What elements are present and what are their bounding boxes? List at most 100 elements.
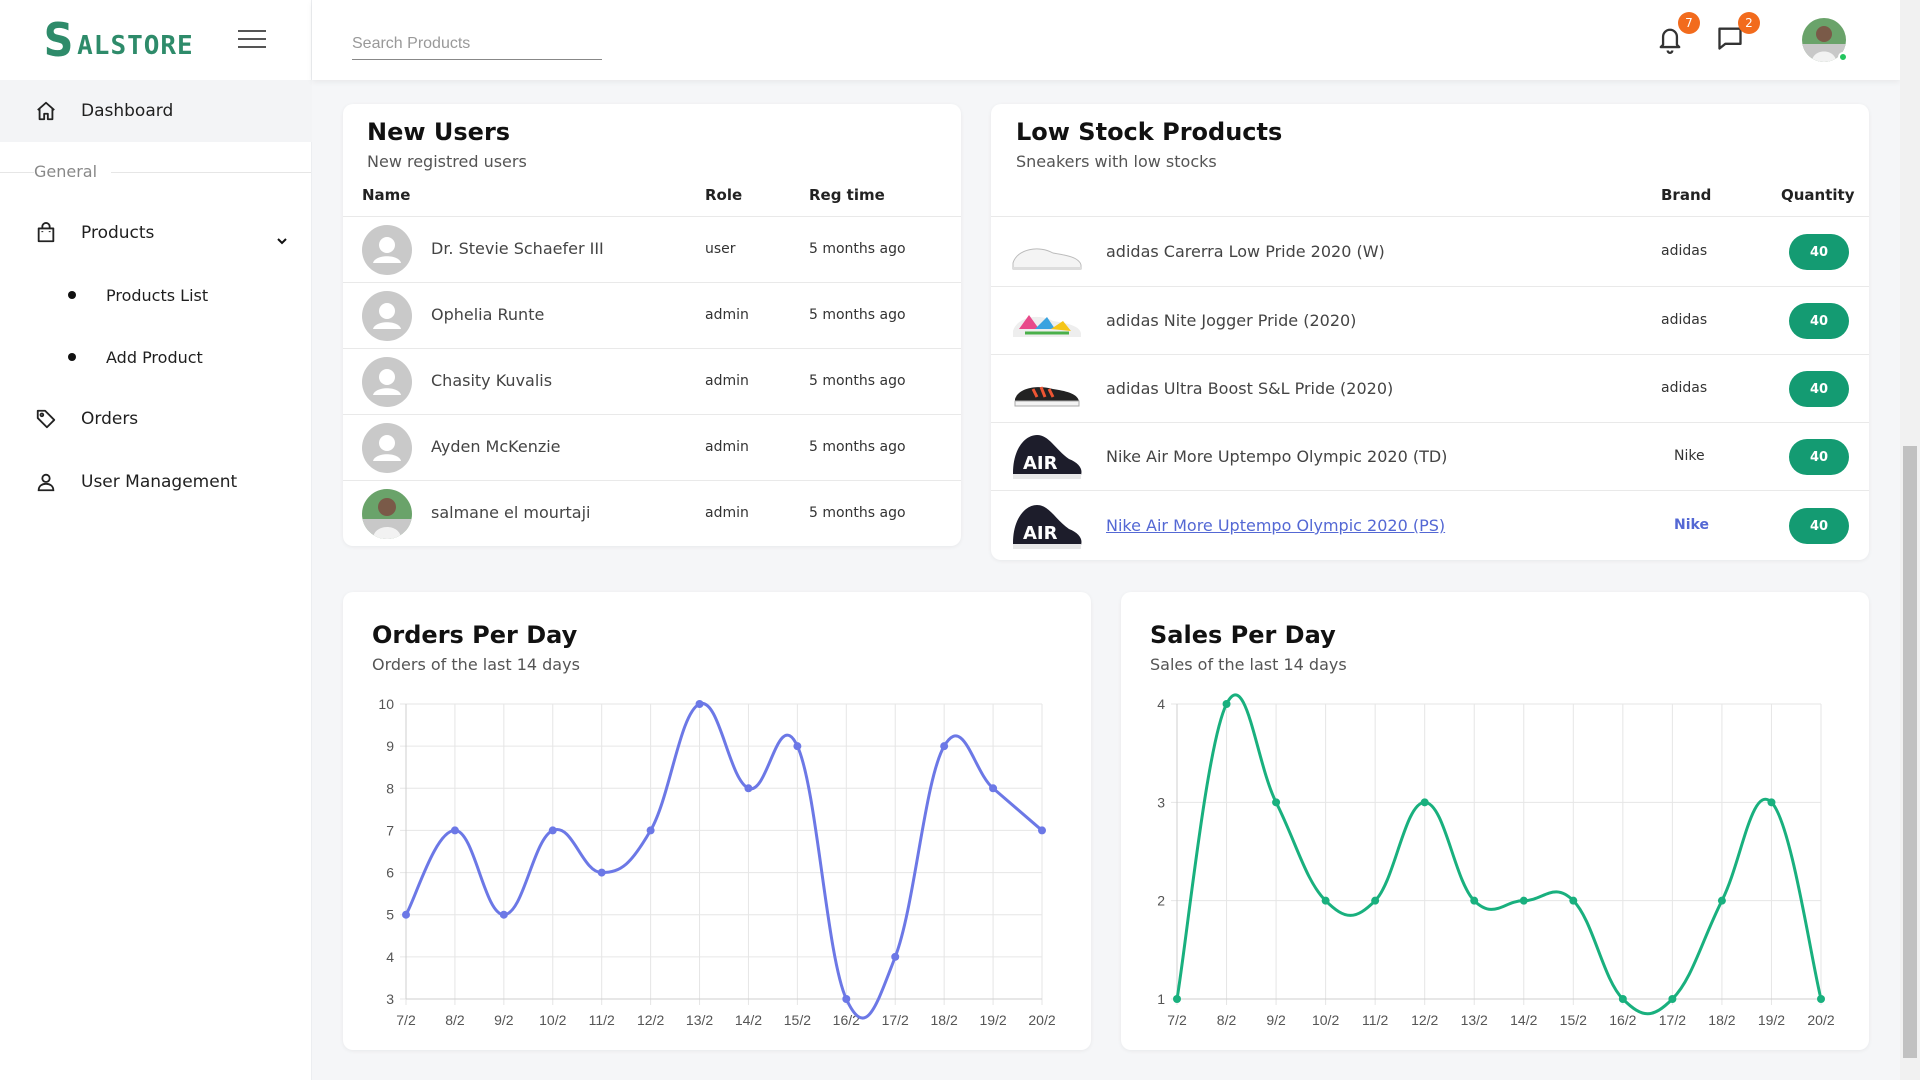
y-tick-label: 10 <box>378 696 394 712</box>
product-image <box>1009 231 1085 275</box>
sidebar-subitem-products-list[interactable]: Products List <box>0 270 312 320</box>
tag-icon <box>34 407 58 431</box>
table-row[interactable]: Dr. Stevie Schaefer III user 5 months ag… <box>343 216 961 282</box>
table-row[interactable]: Ayden McKenzie admin 5 months ago <box>343 414 961 480</box>
quantity-badge: 40 <box>1789 234 1849 270</box>
scrollbar-thumb[interactable] <box>1903 446 1917 1058</box>
data-point <box>1420 798 1429 807</box>
table-row[interactable]: AIR Nike Air More Uptempo Olympic 2020 (… <box>991 422 1869 490</box>
sidebar-item-user-management[interactable]: User Management <box>0 451 312 513</box>
data-point <box>1272 798 1281 807</box>
orders-chart-card: Orders Per Day Orders of the last 14 day… <box>343 592 1091 1050</box>
x-tick-label: 19/2 <box>979 1012 1006 1028</box>
messages-button[interactable]: 2 <box>1716 12 1760 56</box>
table-row[interactable]: Ophelia Runte admin 5 months ago <box>343 282 961 348</box>
home-icon <box>34 99 58 123</box>
product-image: AIR <box>1009 429 1085 483</box>
user-reg-time: 5 months ago <box>809 373 906 389</box>
quantity-badge: 40 <box>1789 303 1849 339</box>
data-point <box>989 784 998 793</box>
data-point <box>1371 896 1380 905</box>
x-tick-label: 14/2 <box>1510 1012 1537 1028</box>
series-line <box>404 702 1043 1020</box>
data-point <box>646 826 655 835</box>
x-tick-label: 11/2 <box>589 1012 615 1028</box>
user-reg-time: 5 months ago <box>809 307 906 323</box>
user-reg-time: 5 months ago <box>809 505 906 521</box>
bullet-icon <box>68 353 76 361</box>
avatar-placeholder-icon <box>362 357 412 407</box>
y-tick-label: 4 <box>1157 696 1165 712</box>
search-input[interactable] <box>352 28 602 60</box>
column-header-reg-time: Reg time <box>809 186 885 204</box>
data-point <box>1817 995 1825 1003</box>
product-name-link[interactable]: Nike Air More Uptempo Olympic 2020 (PS) <box>1106 516 1445 535</box>
sidebar-item-dashboard[interactable]: Dashboard <box>0 80 312 142</box>
sidebar-item-label: Products <box>81 223 155 243</box>
sidebar-item-label: User Management <box>81 472 238 492</box>
data-point <box>1321 896 1330 905</box>
card-subtitle: New registred users <box>367 152 527 171</box>
logo-initial: S <box>43 13 74 67</box>
sidebar-subitem-label: Add Product <box>106 347 203 367</box>
x-tick-label: 19/2 <box>1758 1012 1785 1028</box>
x-tick-label: 16/2 <box>1609 1012 1636 1028</box>
new-users-card: New Users New registred users Name Role … <box>343 104 961 546</box>
notifications-badge: 7 <box>1678 12 1700 34</box>
product-name: adidas Nite Jogger Pride (2020) <box>1106 311 1357 330</box>
product-name: adidas Carerra Low Pride 2020 (W) <box>1106 242 1385 261</box>
chat-icon <box>1716 27 1744 56</box>
chevron-down-icon[interactable] <box>276 230 288 250</box>
sidebar-item-label: Dashboard <box>81 101 174 121</box>
table-row[interactable]: adidas Ultra Boost S&L Pride (2020) adid… <box>991 354 1869 422</box>
user-reg-time: 5 months ago <box>809 241 906 257</box>
bullet-icon <box>68 291 76 299</box>
quantity-badge: 40 <box>1789 371 1849 407</box>
column-header-quantity: Quantity <box>1781 186 1855 204</box>
data-point <box>1717 896 1726 905</box>
sidebar-item-products[interactable]: Products <box>0 202 312 264</box>
x-tick-label: 11/2 <box>1362 1012 1388 1028</box>
sales-line-chart: 1 2 3 4 7/2 8/2 9/2 10/2 11/2 12/2 13/2 14/2 15/2 16/… <box>1157 693 1835 1028</box>
user-name: Dr. Stevie Schaefer III <box>431 239 604 258</box>
topbar: 7 2 <box>312 0 1900 80</box>
data-point <box>695 700 704 708</box>
data-point <box>1222 700 1231 708</box>
sidebar-subitem-label: Products List <box>106 285 209 305</box>
product-brand: Nike <box>1674 448 1705 464</box>
sidebar-subitem-add-product[interactable]: Add Product <box>0 332 312 382</box>
messages-badge: 2 <box>1738 12 1760 34</box>
table-row[interactable]: AIR Nike Air More Uptempo Olympic 2020 (… <box>991 490 1869 560</box>
sidebar: S ALSTORE Dashboard General Products Pro… <box>0 0 312 1080</box>
x-tick-label: 13/2 <box>686 1012 713 1028</box>
user-role: admin <box>705 505 749 521</box>
data-point <box>1668 995 1677 1003</box>
x-tick-label: 18/2 <box>931 1012 958 1028</box>
y-tick-label: 9 <box>386 738 394 754</box>
scrollbar[interactable] <box>1900 0 1920 1080</box>
low-stock-card: Low Stock Products Sneakers with low sto… <box>991 104 1869 560</box>
user-reg-time: 5 months ago <box>809 439 906 455</box>
sidebar-item-label: Orders <box>81 409 139 429</box>
sidebar-item-orders[interactable]: Orders <box>0 388 312 450</box>
notifications-button[interactable]: 7 <box>1656 12 1700 54</box>
data-point <box>842 995 851 1003</box>
user-name: Ayden McKenzie <box>431 437 561 456</box>
data-point <box>402 910 410 919</box>
table-row[interactable]: adidas Nite Jogger Pride (2020) adidas 4… <box>991 286 1869 354</box>
sales-chart-card: Sales Per Day Sales of the last 14 days … <box>1121 592 1869 1050</box>
avatar <box>362 489 412 539</box>
card-subtitle: Sneakers with low stocks <box>1016 152 1217 171</box>
x-tick-label: 7/2 <box>1167 1012 1187 1028</box>
table-row[interactable]: adidas Carerra Low Pride 2020 (W) adidas… <box>991 216 1869 286</box>
menu-toggle-icon[interactable] <box>238 30 266 50</box>
column-header-role: Role <box>705 186 743 204</box>
card-title: Low Stock Products <box>1016 118 1283 146</box>
product-name: Nike Air More Uptempo Olympic 2020 (TD) <box>1106 447 1448 466</box>
y-tick-label: 8 <box>386 780 394 796</box>
table-row[interactable]: Chasity Kuvalis admin 5 months ago <box>343 348 961 414</box>
x-tick-label: 9/2 <box>494 1012 514 1028</box>
table-row[interactable]: salmane el mourtaji admin 5 months ago <box>343 480 961 546</box>
logo[interactable]: S ALSTORE <box>42 13 194 67</box>
data-point <box>1519 896 1528 905</box>
